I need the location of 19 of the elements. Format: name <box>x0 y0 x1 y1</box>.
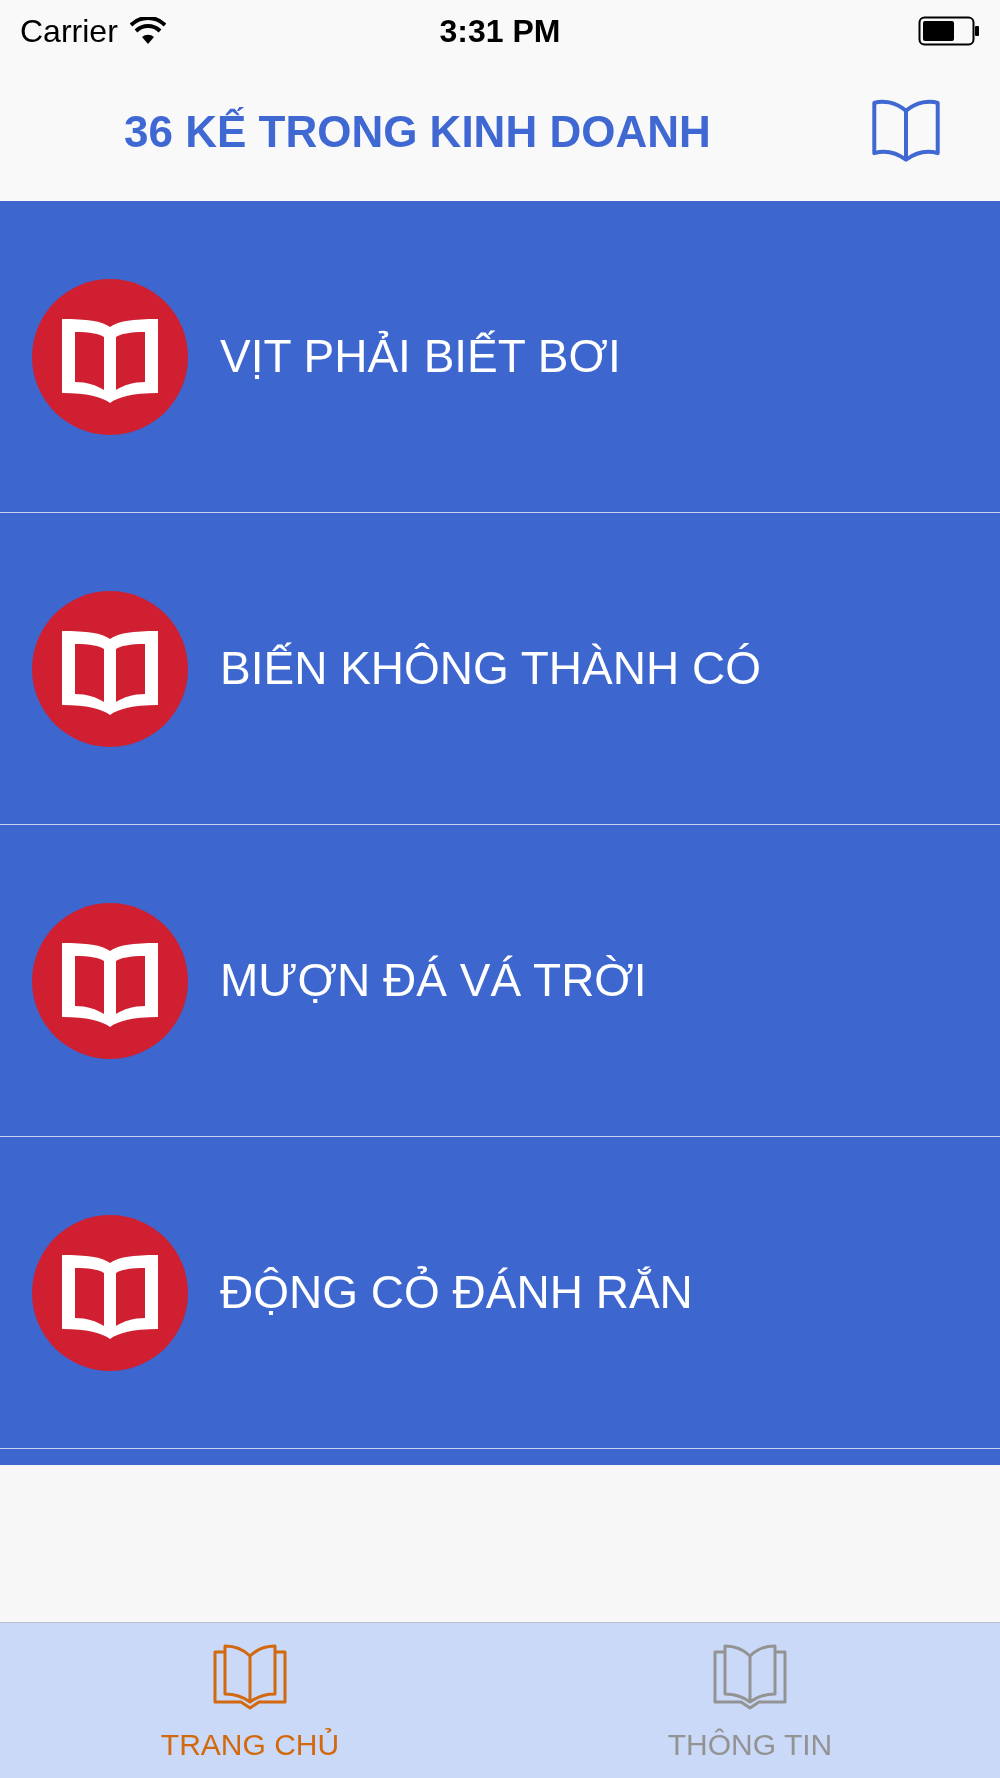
book-icon <box>32 902 188 1059</box>
item-title: BIẾN KHÔNG THÀNH CÓ <box>220 641 761 696</box>
item-title: ĐỘNG CỎ ĐÁNH RẮN <box>220 1265 693 1320</box>
book-icon <box>211 1642 289 1710</box>
list-item[interactable]: VỊT PHẢI BIẾT BƠI <box>0 201 1000 513</box>
book-icon <box>32 1214 188 1371</box>
wifi-icon <box>129 17 166 45</box>
item-title: VỊT PHẢI BIẾT BƠI <box>220 329 621 384</box>
battery-icon <box>918 16 980 46</box>
book-icon <box>32 278 188 435</box>
item-title: MƯỢN ĐÁ VÁ TRỜI <box>220 953 647 1008</box>
list-item[interactable]: MƯỢN ĐÁ VÁ TRỜI <box>0 825 1000 1137</box>
list-item[interactable]: BIẾN KHÔNG THÀNH CÓ <box>0 513 1000 825</box>
book-icon <box>32 590 188 747</box>
app-title: 36 KẾ TRONG KINH DOANH <box>124 105 711 158</box>
clock-time: 3:31 PM <box>439 12 561 51</box>
carrier-label: Carrier <box>20 12 118 51</box>
book-icon <box>711 1642 789 1710</box>
list-item[interactable]: ĐỘNG CỎ ĐÁNH RẮN <box>0 1137 1000 1449</box>
